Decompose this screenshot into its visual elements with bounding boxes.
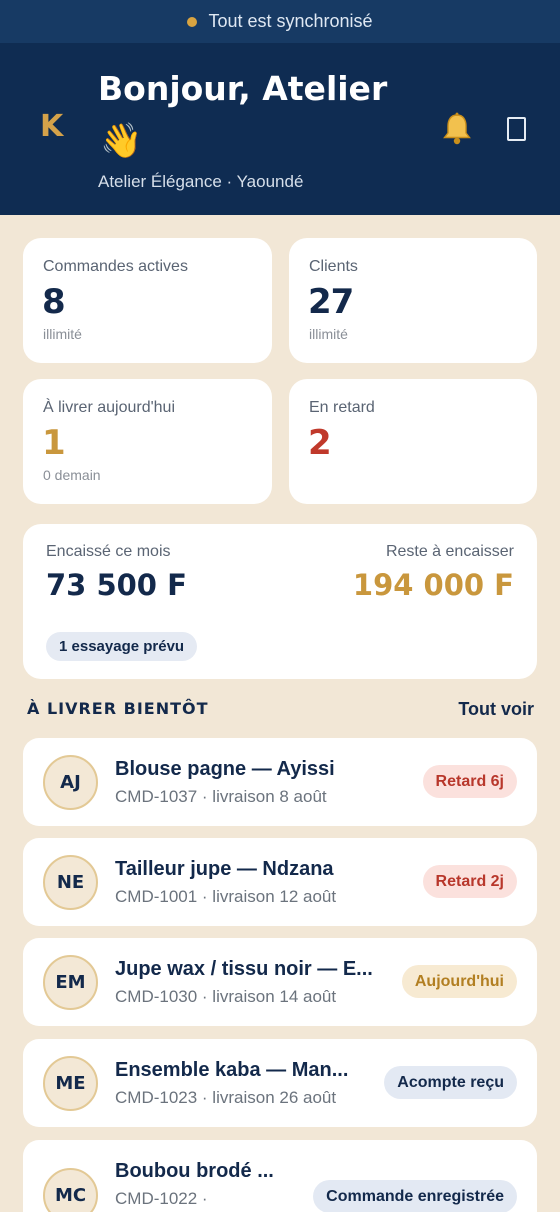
avatar: EM: [43, 955, 98, 1010]
avatar: ME: [43, 1056, 98, 1111]
order-row[interactable]: ME Ensemble kaba — Man... CMD-1023 · liv…: [23, 1039, 537, 1127]
stat-value: 1: [42, 423, 66, 463]
remaining-label: Reste à encaisser: [385, 543, 514, 560]
stat-label: À livrer aujourd'hui: [43, 399, 176, 416]
stat-sub: illimité: [43, 326, 82, 342]
device-icon[interactable]: [507, 117, 526, 141]
avatar: NE: [43, 855, 98, 910]
order-title: Boubou brodé ...: [115, 1160, 274, 1182]
order-subtitle: CMD-1023 · livraison 26 août: [115, 1088, 337, 1107]
avatar: MC: [43, 1168, 98, 1212]
fitting-pill[interactable]: 1 essayage prévu: [46, 632, 198, 661]
status-badge: Aujourd'hui: [401, 965, 517, 998]
status-badge: Retard 6j: [422, 765, 517, 798]
stat-card-clients[interactable]: Clients 27 illimité: [289, 238, 537, 363]
stat-label: En retard: [309, 399, 375, 416]
sync-status-dot: [187, 16, 198, 27]
avatar: AJ: [43, 755, 98, 810]
stat-sub: illimité: [309, 326, 348, 342]
sync-status-text: Tout est synchronisé: [208, 11, 373, 31]
section-title: À LIVRER BIENTÔT: [27, 699, 209, 718]
status-badge: Commande enregistrée: [313, 1180, 517, 1212]
money-summary-card: Encaissé ce mois 73 500 F Reste à encais…: [23, 524, 537, 679]
waving-hand-emoji: 👋: [100, 122, 143, 160]
order-title: Jupe wax / tissu noir — E...: [115, 958, 373, 980]
stat-value: 27: [308, 282, 354, 322]
app-logo: K: [40, 109, 64, 144]
stat-card-deliver-today[interactable]: À livrer aujourd'hui 1 0 demain: [23, 379, 272, 504]
order-subtitle: CMD-1030 · livraison 14 août: [115, 987, 337, 1006]
workshop-subtitle: Atelier Élégance · Yaoundé: [98, 172, 304, 191]
status-badge: Acompte reçu: [384, 1066, 517, 1099]
app-header: K Bonjour, Atelier 👋 Atelier Élégance · …: [0, 43, 560, 215]
stat-card-late[interactable]: En retard 2: [289, 379, 537, 504]
greeting-title: Bonjour, Atelier: [98, 69, 388, 108]
stat-value: 2: [308, 423, 332, 463]
order-row[interactable]: AJ Blouse pagne — Ayissi CMD-1037 · livr…: [23, 738, 537, 826]
collected-label: Encaissé ce mois: [46, 543, 171, 560]
collected-value: 73 500 F: [46, 568, 187, 602]
see-all-link[interactable]: Tout voir: [458, 699, 534, 720]
order-row[interactable]: EM Jupe wax / tissu noir — E... CMD-1030…: [23, 938, 537, 1026]
order-row[interactable]: MC Boubou brodé ... CMD-1022 · Commande …: [23, 1140, 537, 1212]
stat-label: Commandes actives: [43, 258, 188, 275]
stat-value: 8: [42, 282, 66, 322]
stat-card-active-orders[interactable]: Commandes actives 8 illimité: [23, 238, 272, 363]
stat-sub: 0 demain: [43, 467, 101, 483]
order-row[interactable]: NE Tailleur jupe — Ndzana CMD-1001 · liv…: [23, 838, 537, 926]
sync-status-bar: Tout est synchronisé: [0, 0, 560, 43]
stat-label: Clients: [309, 258, 358, 275]
order-subtitle: CMD-1037 · livraison 8 août: [115, 787, 327, 806]
order-title: Ensemble kaba — Man...: [115, 1059, 349, 1081]
order-title: Tailleur jupe — Ndzana: [115, 858, 334, 880]
status-badge: Retard 2j: [422, 865, 517, 898]
order-title: Blouse pagne — Ayissi: [115, 758, 335, 780]
remaining-value: 194 000 F: [352, 568, 514, 602]
bell-icon[interactable]: [440, 112, 474, 146]
order-subtitle: CMD-1022 ·: [115, 1189, 208, 1208]
order-subtitle: CMD-1001 · livraison 12 août: [115, 887, 337, 906]
